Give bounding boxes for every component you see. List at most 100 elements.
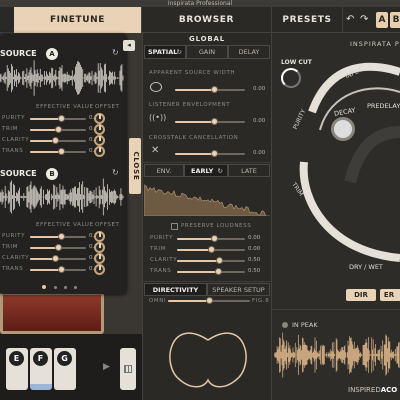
source-a-trim-label: TRIM xyxy=(2,126,18,132)
compare-b-button[interactable]: B xyxy=(390,12,400,28)
er-button[interactable]: ER xyxy=(380,289,400,301)
tab-gain[interactable]: GAIN xyxy=(186,45,228,59)
brand-bottom: INSPIREDACO xyxy=(348,386,397,394)
early-trans-label: TRANS xyxy=(150,268,172,274)
source-b-clarity-label: CLARITY xyxy=(2,255,30,261)
pager-dot-active[interactable] xyxy=(42,285,46,289)
source-a-reset-icon[interactable]: ↻ xyxy=(112,48,119,57)
tab-presets[interactable]: PRESETS xyxy=(271,7,343,33)
redo-button[interactable]: ↷ xyxy=(360,13,370,27)
tab-env[interactable]: ENV. xyxy=(144,164,184,177)
source-a-trim-slider[interactable] xyxy=(30,126,86,133)
source-b-clarity-slider[interactable] xyxy=(30,255,86,262)
source-b-clarity-offset-knob[interactable] xyxy=(94,253,105,264)
hall-stage-image xyxy=(0,292,104,334)
tab-speaker-setup[interactable]: SPEAKER SETUP xyxy=(207,283,270,296)
early-clarity-slider[interactable] xyxy=(177,257,245,264)
decay-knob[interactable] xyxy=(331,117,355,141)
preserve-loudness-label: PRESERVE LOUDNESS xyxy=(181,223,252,229)
early-trim-label: TRIM xyxy=(150,246,166,252)
source-a-clarity-label: CLARITY xyxy=(2,137,30,143)
early-reflections-envelope xyxy=(144,184,270,216)
width-icon xyxy=(150,82,162,92)
divider xyxy=(142,162,272,163)
dry-wet-label: DRY / WET xyxy=(349,263,383,271)
app-title: Inspirata Professional xyxy=(167,0,233,7)
source-a-purity-label: PURITY xyxy=(2,115,26,121)
close-panel-label: CLOSE xyxy=(132,151,140,181)
early-purity-label: PURITY xyxy=(150,235,174,241)
source-a-trans-offset-knob[interactable] xyxy=(94,146,105,157)
omni-label: OMNI xyxy=(149,298,167,304)
source-b-trans-label: TRANS xyxy=(2,266,24,272)
reverb-shape xyxy=(299,62,400,262)
source-b-effective-value-header: EFFECTIVE VALUE xyxy=(36,222,94,228)
spatial-slider-1[interactable] xyxy=(175,118,245,125)
source-a-clarity-offset-knob[interactable] xyxy=(94,135,105,146)
source-a-trim-offset-knob[interactable] xyxy=(94,124,105,135)
source-b-waveform xyxy=(0,178,124,216)
preserve-loudness-checkbox[interactable] xyxy=(171,223,178,230)
spatial-slider-2[interactable] xyxy=(175,150,245,157)
source-b-purity-offset-knob[interactable] xyxy=(94,231,105,242)
undo-button[interactable]: ↶ xyxy=(346,13,356,27)
tab-finetune[interactable]: FINETUNE xyxy=(14,7,141,33)
early-clarity-value: 0.50 xyxy=(248,257,261,263)
early-purity-value: 0.00 xyxy=(248,235,261,241)
waveform-trace xyxy=(0,60,124,96)
source-a-trans-label: TRANS xyxy=(2,148,24,154)
crosstalk-icon: ✕ xyxy=(151,145,160,156)
directivity-slider[interactable] xyxy=(168,297,250,304)
crosstalk-cancellation-label: CROSSTALK CANCELLATION xyxy=(149,135,239,141)
pager-dot[interactable] xyxy=(74,286,77,289)
source-a-offset-header: OFFSET xyxy=(95,104,120,110)
predelay-label: PREDELAY xyxy=(367,102,400,110)
global-title: GLOBAL xyxy=(189,35,225,43)
directivity-polar-pattern xyxy=(169,332,247,388)
source-a-clarity-slider[interactable] xyxy=(30,137,86,144)
panel-expand-icon[interactable]: ◂ xyxy=(123,40,135,51)
source-a-purity-slider[interactable] xyxy=(30,115,86,122)
source-b-trim-offset-knob[interactable] xyxy=(94,242,105,253)
brand-top: INSPIRATA PRO xyxy=(350,40,400,48)
apparent-source-width-label: APPARENT SOURCE WIDTH xyxy=(149,70,236,76)
early-reset-icon[interactable]: ↻ xyxy=(218,165,223,177)
tab-finetune-label: FINETUNE xyxy=(49,15,106,25)
spatial-reset-icon[interactable]: ↻ xyxy=(177,46,182,59)
source-b-purity-slider[interactable] xyxy=(30,233,86,240)
dir-button[interactable]: DIR xyxy=(346,289,376,301)
pager-dot[interactable] xyxy=(64,286,67,289)
tab-early-label: EARLY xyxy=(191,167,214,175)
tab-delay[interactable]: DELAY xyxy=(228,45,270,59)
early-trim-value: 0.00 xyxy=(248,246,261,252)
source-b-trim-slider[interactable] xyxy=(30,244,86,251)
spatial-value-2: 0.00 xyxy=(253,150,266,156)
spatial-slider-0[interactable] xyxy=(175,86,245,93)
key-f-badge: F xyxy=(33,351,48,366)
in-peak-indicator xyxy=(282,322,288,328)
tab-presets-label: PRESETS xyxy=(282,15,332,25)
tab-browser[interactable]: BROWSER xyxy=(141,7,271,33)
source-b-trans-slider[interactable] xyxy=(30,266,86,273)
source-a-trans-slider[interactable] xyxy=(30,148,86,155)
early-trans-slider[interactable] xyxy=(177,268,245,275)
source-b-trans-offset-knob[interactable] xyxy=(94,264,105,275)
tab-late[interactable]: LATE xyxy=(228,164,270,177)
divider xyxy=(142,281,272,282)
source-b-offset-header: OFFSET xyxy=(95,222,120,228)
tab-browser-label: BROWSER xyxy=(178,15,235,25)
early-purity-slider[interactable] xyxy=(177,235,245,242)
pager-dot[interactable] xyxy=(54,286,57,289)
play-button[interactable]: ▶ xyxy=(103,362,113,374)
title-bar: Inspirata Professional xyxy=(0,0,400,7)
early-trim-slider[interactable] xyxy=(177,246,245,253)
compare-a-button[interactable]: A xyxy=(376,12,388,28)
key-e-badge: E xyxy=(9,351,24,366)
tab-directivity[interactable]: DIRECTIVITY xyxy=(144,283,207,296)
source-a-purity-offset-knob[interactable] xyxy=(94,113,105,124)
source-b-purity-label: PURITY xyxy=(2,233,26,239)
tab-early[interactable]: EARLY ↻ xyxy=(184,164,228,177)
tab-spatial[interactable]: SPATIAL ↻ xyxy=(144,45,186,59)
in-peak-label: IN PEAK xyxy=(292,321,318,329)
brand-bottom-a: INSPIRED xyxy=(348,386,381,394)
